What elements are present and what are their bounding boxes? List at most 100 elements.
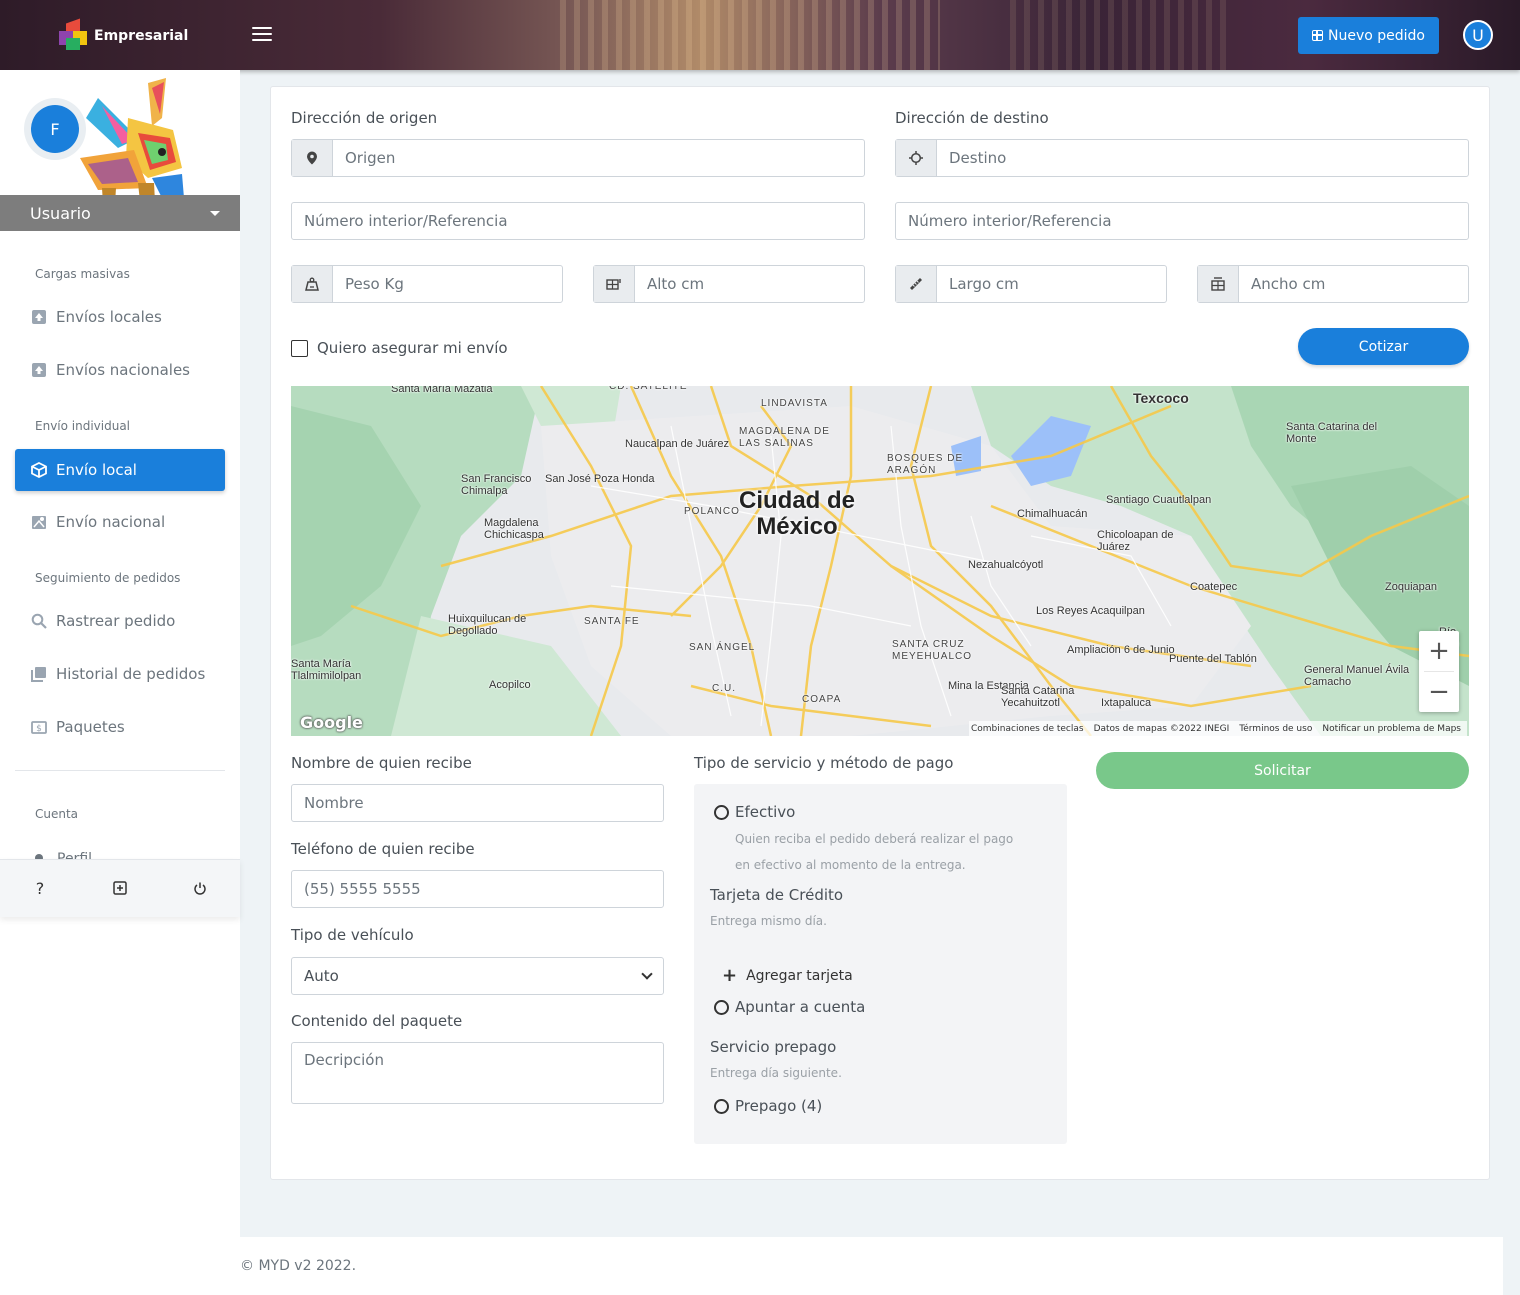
radio-icon — [714, 804, 729, 820]
map-data-text: Datos de mapas ©2022 INEGI — [1093, 723, 1230, 734]
map-city-label: Ciudad de México — [739, 488, 855, 540]
user-avatar[interactable]: U — [1463, 20, 1493, 50]
cash-note-line-2: en efectivo al momento de la entrega. — [735, 858, 966, 872]
prepaid-radio[interactable]: Prepago (4) — [714, 1097, 822, 1115]
user-dropdown-label: Usuario — [30, 203, 91, 223]
power-icon[interactable] — [190, 878, 210, 898]
request-button[interactable]: Solicitar — [1096, 752, 1469, 789]
origin-input[interactable] — [333, 140, 864, 176]
section-bulk-loads: Cargas masivas — [35, 267, 130, 281]
receiver-name-label: Nombre de quien recibe — [291, 754, 472, 772]
height-input[interactable] — [635, 266, 864, 302]
sidebar-item-label: Paquetes — [56, 718, 125, 736]
insure-shipment-checkbox[interactable]: Quiero asegurar mi envío — [291, 339, 508, 357]
caret-down-icon — [210, 211, 220, 216]
cash-radio[interactable]: Efectivo — [714, 803, 795, 821]
new-order-button[interactable]: Nuevo pedido — [1298, 17, 1439, 54]
destination-address-label: Dirección de destino — [895, 109, 1049, 127]
cash-label: Efectivo — [735, 803, 796, 821]
receiver-name-input[interactable] — [291, 784, 664, 822]
radio-icon — [714, 999, 729, 1015]
google-map[interactable]: Santa María Mazatla CD. SATÉLITE LINDAVIST… — [291, 386, 1469, 736]
length-input-group — [895, 265, 1167, 303]
sidebar-item-national-bulk[interactable]: Envíos nacionales — [15, 349, 225, 391]
width-box-icon — [1198, 266, 1239, 302]
map-place-label: Los Reyes Acaquilpan — [1036, 605, 1145, 617]
charge-to-account-radio[interactable]: Apuntar a cuenta — [714, 998, 865, 1016]
length-input[interactable] — [937, 266, 1166, 302]
map-place-label: Coatepec — [1190, 581, 1238, 593]
weight-input[interactable] — [333, 266, 562, 302]
map-place-label: LINDAVISTA — [761, 398, 828, 409]
profile-avatar-initial: F — [31, 105, 79, 153]
radio-icon — [714, 1098, 729, 1114]
sidebar-item-local-bulk[interactable]: Envíos locales — [15, 296, 225, 338]
top-navbar: Empresarial Nuevo pedido U — [0, 0, 1520, 70]
width-input[interactable] — [1239, 266, 1468, 302]
height-input-group — [593, 265, 865, 303]
map-zoom-control: + − — [1419, 631, 1459, 712]
library-books-icon — [31, 666, 47, 682]
add-box-icon[interactable] — [110, 878, 130, 898]
report-map-problem-link[interactable]: Notificar un problema de Maps — [1322, 724, 1461, 734]
map-place-label: Zoquiapan — [1385, 581, 1437, 593]
brand-logo[interactable]: Empresarial — [58, 18, 188, 52]
svg-text:$: $ — [36, 724, 42, 734]
charge-to-account-label: Apuntar a cuenta — [735, 998, 866, 1016]
destination-input[interactable] — [937, 140, 1468, 176]
sidebar-divider — [15, 770, 225, 771]
sidebar-item-track-order[interactable]: Rastrear pedido — [15, 600, 225, 642]
user-dropdown[interactable]: Usuario — [0, 195, 240, 231]
zoom-out-button[interactable]: − — [1419, 672, 1459, 712]
terms-of-use-link[interactable]: Términos de uso — [1239, 724, 1312, 734]
map-place-label: Ixtapaluca — [1101, 697, 1152, 709]
package-content-textarea[interactable] — [291, 1042, 664, 1104]
map-place-label: Santa Catarina del Monte — [1286, 421, 1378, 445]
profile-avatar: F — [24, 98, 86, 160]
prepaid-label: Prepago (4) — [735, 1097, 823, 1115]
help-icon[interactable]: ? — [30, 878, 50, 898]
quote-button[interactable]: Cotizar — [1298, 328, 1469, 365]
origin-interior-number-input[interactable] — [291, 202, 865, 240]
map-place-label: COAPA — [802, 694, 842, 705]
map-place-label: BOSQUES DE ARAGÓN — [887, 453, 964, 476]
map-pin-icon — [292, 140, 333, 176]
new-order-label: Nuevo pedido — [1328, 27, 1425, 44]
destination-interior-number-input[interactable] — [895, 202, 1469, 240]
cube-logo-icon — [58, 18, 88, 51]
sidebar-item-label: Envíos nacionales — [56, 361, 190, 379]
add-card-button[interactable]: + Agregar tarjeta — [722, 965, 853, 986]
sidebar-item-label: Envíos locales — [56, 308, 162, 326]
keyboard-shortcuts-link[interactable]: Combinaciones de teclas — [971, 724, 1084, 734]
section-account: Cuenta — [35, 807, 79, 821]
sidebar-item-order-history[interactable]: Historial de pedidos — [15, 653, 225, 695]
sidebar-item-label: Envío nacional — [56, 513, 166, 531]
add-card-label: Agregar tarjeta — [746, 967, 853, 984]
vehicle-type-select[interactable]: Auto — [291, 957, 664, 995]
upload-image-icon — [31, 309, 47, 325]
add-box-icon — [1312, 30, 1323, 41]
map-place-label: C.U. — [712, 683, 736, 694]
zoom-in-button[interactable]: + — [1419, 631, 1459, 671]
sidebar: F Usuario Cargas masivas Envíos locales … — [0, 70, 240, 1295]
map-attribution: Combinaciones de teclas Datos de mapas ©… — [969, 721, 1467, 736]
map-place-label: Chimalhuacán — [1017, 508, 1088, 520]
hamburger-menu-icon[interactable] — [252, 24, 272, 44]
prepaid-service-note: Entrega día siguiente. — [710, 1066, 842, 1080]
map-place-label: Santa María Mazatla — [391, 386, 493, 395]
insure-shipment-label: Quiero asegurar mi envío — [317, 339, 508, 357]
map-place-label: Magdalena Chichicaspa — [484, 517, 544, 541]
sidebar-item-packages[interactable]: $ Paquetes — [15, 706, 225, 748]
search-icon — [31, 613, 47, 629]
vehicle-type-value: Auto — [304, 967, 339, 985]
map-place-label: SANTA FE — [584, 616, 640, 627]
upload-image-icon — [31, 362, 47, 378]
receiver-phone-input[interactable] — [291, 870, 664, 908]
map-place-label: Nezahualcóyotl — [968, 559, 1044, 571]
sidebar-item-national-shipping[interactable]: Envío nacional — [15, 501, 225, 543]
section-order-tracking: Seguimiento de pedidos — [35, 571, 181, 585]
height-box-icon — [594, 266, 635, 302]
credit-card-note: Entrega mismo día. — [710, 914, 827, 928]
crosshair-icon — [896, 140, 937, 176]
sidebar-item-local-shipping[interactable]: Envío local — [15, 449, 225, 491]
